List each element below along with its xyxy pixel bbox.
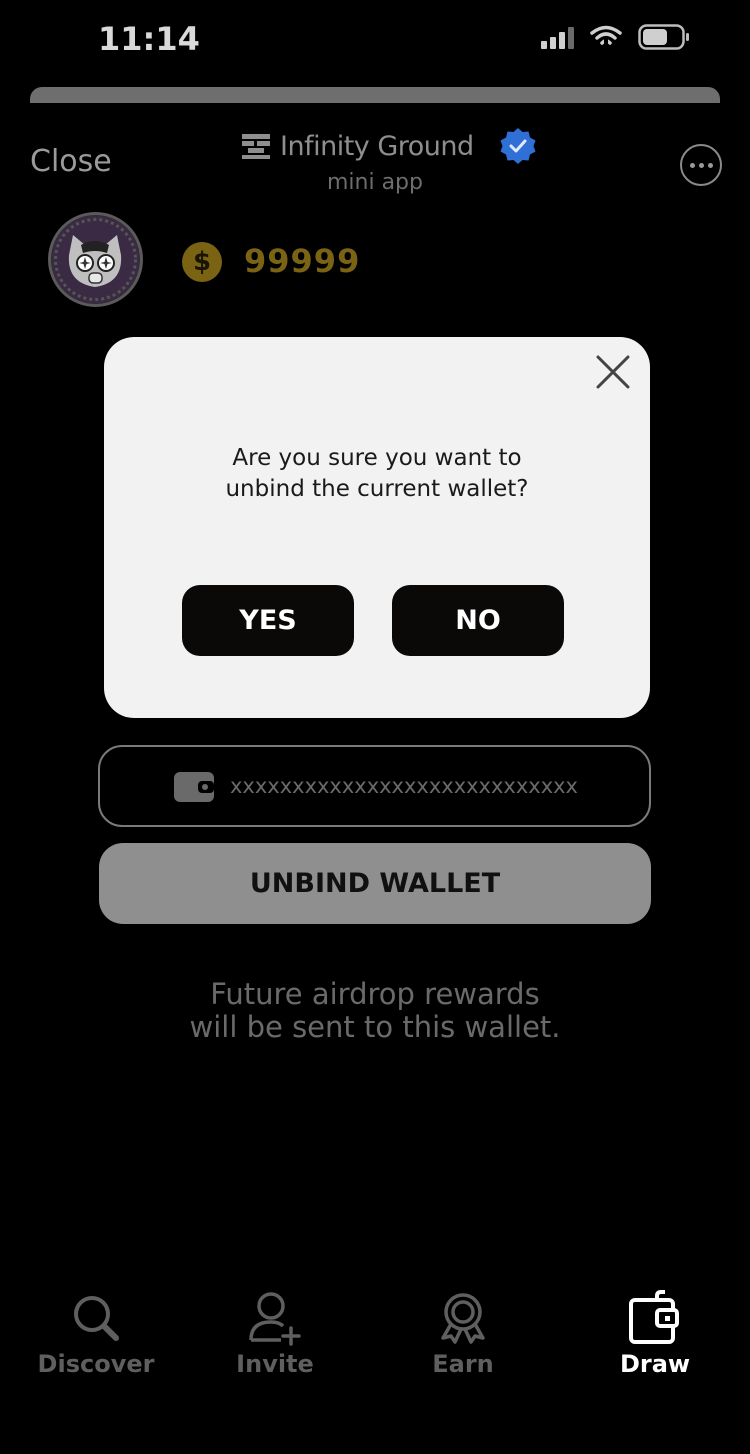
tab-earn-label: Earn (432, 1350, 494, 1378)
wallet-address-field: xxxxxxxxxxxxxxxxxxxxxxxxxxxx (98, 745, 651, 827)
tab-discover-label: Discover (37, 1350, 155, 1378)
app-name: Infinity Ground (280, 130, 474, 162)
no-button[interactable]: NO (392, 585, 564, 656)
battery-icon (638, 24, 690, 50)
tab-draw-label: Draw (619, 1350, 691, 1378)
tab-discover[interactable]: Discover (38, 1290, 154, 1378)
app-subtitle: mini app (326, 170, 423, 195)
info-line2: will be sent to this wallet. (189, 1010, 561, 1044)
app-title-row: Infinity Ground (242, 126, 538, 166)
unbind-wallet-button[interactable]: UNBIND WALLET (99, 843, 651, 924)
wallet-icon (174, 772, 214, 802)
info-line1: Future airdrop rewards (210, 977, 540, 1011)
infinity-ground-logo-icon (242, 134, 270, 159)
cellular-signal-icon (541, 25, 574, 49)
wallet-icon (629, 1290, 679, 1344)
mini-app-header: Close Infinity Ground mini app (0, 120, 750, 200)
dialog-message: Are you sure you want to unbind the curr… (104, 443, 650, 505)
award-icon (441, 1293, 485, 1344)
status-time: 11:14 (98, 20, 200, 58)
yes-button[interactable]: YES (182, 585, 354, 656)
dialog-message-line2: unbind the current wallet? (225, 476, 529, 502)
status-icons (541, 24, 690, 50)
tab-invite-label: Invite (236, 1350, 314, 1378)
tab-invite[interactable]: Invite (233, 1290, 317, 1378)
sheet-top-edge (30, 87, 720, 103)
avatar[interactable] (48, 212, 143, 307)
status-bar: 11:14 (0, 0, 750, 80)
dialog-message-line1: Are you sure you want to (232, 445, 522, 471)
tab-earn[interactable]: Earn (428, 1290, 498, 1378)
unbind-confirm-dialog: Are you sure you want to unbind the curr… (104, 337, 650, 718)
bottom-tab-bar: Discover Invite Earn Draw (0, 1290, 750, 1390)
coin-icon: $ (182, 242, 222, 282)
wallet-address: xxxxxxxxxxxxxxxxxxxxxxxxxxxx (230, 774, 578, 798)
airdrop-info-text: Future airdrop rewards will be sent to t… (0, 978, 750, 1044)
coin-balance: 99999 (244, 242, 361, 280)
dialog-close-icon[interactable] (595, 354, 631, 390)
search-icon (74, 1296, 119, 1341)
add-user-icon (249, 1292, 301, 1346)
verified-badge-icon (500, 128, 536, 164)
cat-avatar-icon (51, 215, 140, 304)
wifi-icon (590, 25, 622, 49)
tab-draw[interactable]: Draw (620, 1290, 690, 1378)
more-options-button[interactable] (680, 144, 722, 186)
